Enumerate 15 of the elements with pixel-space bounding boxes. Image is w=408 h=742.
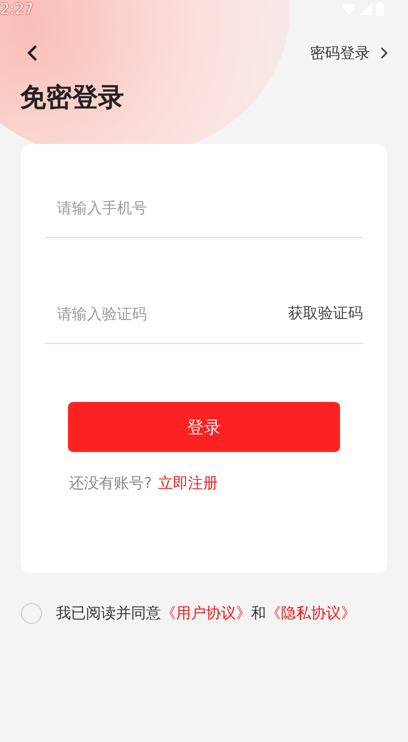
agreement-text: 我已阅读并同意《用户协议》和《隐私协议》 [56, 604, 356, 623]
register-link[interactable]: 立即注册 [158, 474, 218, 493]
back-icon [26, 44, 38, 62]
login-button[interactable]: 登录 [68, 402, 340, 452]
agreement-checkbox[interactable] [21, 603, 42, 624]
password-login-link[interactable]: 密码登录 [310, 44, 370, 62]
privacy-policy-link[interactable]: 《隐私协议》 [266, 604, 356, 622]
get-code-button[interactable]: 获取验证码 [288, 304, 363, 323]
register-prompt: 还没有账号? [69, 474, 152, 493]
page-title: 免密登录 [20, 82, 125, 115]
user-agreement-link[interactable]: 《用户协议》 [161, 604, 251, 622]
chevron-right-icon [380, 47, 388, 59]
status-time: 2:27 [0, 0, 34, 18]
phone-field[interactable]: 请输入手机号 [45, 199, 267, 217]
code-field[interactable]: 请输入验证码 [45, 305, 267, 323]
